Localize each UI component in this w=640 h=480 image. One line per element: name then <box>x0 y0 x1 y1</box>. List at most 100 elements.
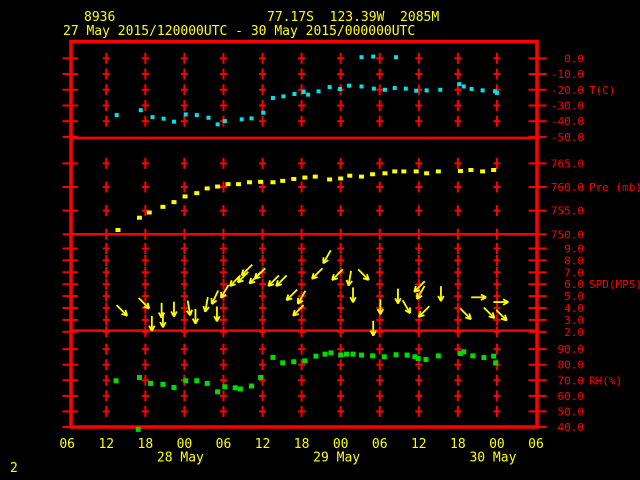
temperature-point <box>403 86 408 91</box>
axis-tick-label: 2.0 <box>564 326 584 339</box>
humidity-point <box>481 355 487 361</box>
temperature-point <box>249 116 254 121</box>
temperature-point <box>222 119 227 124</box>
hour-label: 12 <box>411 437 427 452</box>
humidity-point <box>215 389 221 395</box>
pressure-point <box>194 191 200 196</box>
humidity-point <box>404 352 410 358</box>
pressure-point <box>258 179 264 184</box>
page-number: 2 <box>10 461 18 476</box>
pressure-point <box>435 169 441 174</box>
humidity-point <box>194 378 200 384</box>
pressure-point <box>182 194 188 199</box>
hour-label: 06 <box>372 437 388 452</box>
temperature-point <box>114 113 119 118</box>
axis-tick-label: 90.0 <box>558 343 585 356</box>
hour-label: 06 <box>59 437 75 452</box>
temperature-point <box>414 88 419 93</box>
aws-plot-screen: 0.0 -10.0 -20.0 -30.0 -40.0 -50.0 T(C) 765.0 760… <box>0 0 640 480</box>
axis-unit-label: SPD(MPS) <box>589 278 640 291</box>
pressure-point <box>146 210 152 215</box>
temperature-point <box>292 92 297 97</box>
humidity-point <box>344 351 350 357</box>
humidity-point <box>313 353 319 359</box>
pressure-point <box>359 174 365 179</box>
humidity-point <box>232 385 238 391</box>
humidity-point <box>171 384 177 390</box>
pressure-point <box>171 200 177 205</box>
humidity-point <box>381 354 387 360</box>
temperature-point <box>338 86 343 91</box>
pressure-point <box>370 172 376 177</box>
temperature-point <box>301 89 306 94</box>
humidity-point <box>491 353 497 359</box>
pressure-point <box>247 180 253 185</box>
hour-label: 18 <box>450 437 466 452</box>
pressure-point <box>468 168 474 172</box>
pressure-point <box>480 169 486 174</box>
timeseries-plot: 0.0 -10.0 -20.0 -30.0 -40.0 -50.0 T(C) 765.0 760… <box>0 0 640 480</box>
temperature-point <box>347 83 352 88</box>
day-label: 29 May <box>313 451 360 466</box>
humidity-point <box>423 356 429 362</box>
temperature-point <box>270 95 275 100</box>
pressure-point <box>338 176 344 181</box>
humidity-point <box>148 380 154 386</box>
pressure-point <box>312 174 318 179</box>
humidity-point <box>359 352 365 358</box>
temperature-point <box>371 54 376 59</box>
temperature-point <box>382 87 387 92</box>
hour-label: 18 <box>294 437 310 452</box>
pressure-point <box>215 184 221 189</box>
humidity-point <box>135 426 141 432</box>
pressure-point <box>457 168 463 173</box>
temperature-point <box>206 115 211 120</box>
station-id: 8936 <box>84 10 116 25</box>
temperature-point <box>494 90 499 95</box>
pressure-point <box>327 177 333 182</box>
axis-tick-label: 60.0 <box>558 390 585 403</box>
temperature-point <box>359 55 364 60</box>
temperature-point <box>424 88 429 93</box>
axis-tick-label: 755.0 <box>551 205 584 218</box>
humidity-point <box>350 351 356 357</box>
axis-tick-label: -10.0 <box>551 68 584 81</box>
pressure-point <box>382 171 388 176</box>
humidity-point <box>435 353 441 359</box>
humidity-point <box>136 374 142 380</box>
temperature-point <box>194 113 199 118</box>
humidity-point <box>222 384 228 390</box>
temperature-point <box>239 117 244 122</box>
hour-label: 12 <box>98 437 114 452</box>
hour-label: 18 <box>138 437 154 452</box>
hour-label: 06 <box>216 437 232 452</box>
axis-tick-label: -20.0 <box>551 84 584 97</box>
humidity-point <box>291 359 297 365</box>
pressure-point <box>136 215 142 220</box>
temperature-point <box>150 115 155 120</box>
temperature-point <box>392 86 397 91</box>
day-label: 30 May <box>469 451 516 466</box>
axis-tick-label: 80.0 <box>558 359 585 372</box>
temperature-point <box>359 84 364 89</box>
humidity-point <box>160 381 166 387</box>
axis-tick-label: -30.0 <box>551 99 584 112</box>
pressure-point <box>291 176 297 181</box>
humidity-point <box>204 380 210 386</box>
temperature-point <box>371 86 376 91</box>
temperature-point <box>215 122 220 127</box>
humidity-point <box>302 358 308 364</box>
axis-tick-label: 40.0 <box>558 421 585 434</box>
humidity-point <box>415 355 421 361</box>
axis-unit-label: Pre (mb) <box>589 181 640 194</box>
humidity-point <box>338 352 344 358</box>
plot-period: 27 May 2015/120000UTC - 30 May 2015/0000… <box>63 24 416 39</box>
humidity-point <box>248 383 254 389</box>
humidity-point <box>270 354 276 360</box>
axis-tick-label: -40.0 <box>551 115 584 128</box>
pressure-point <box>280 178 286 183</box>
humidity-point <box>113 378 119 384</box>
humidity-point <box>258 374 264 380</box>
axis-tick-label: 750.0 <box>551 228 584 241</box>
temperature-point <box>457 82 462 87</box>
